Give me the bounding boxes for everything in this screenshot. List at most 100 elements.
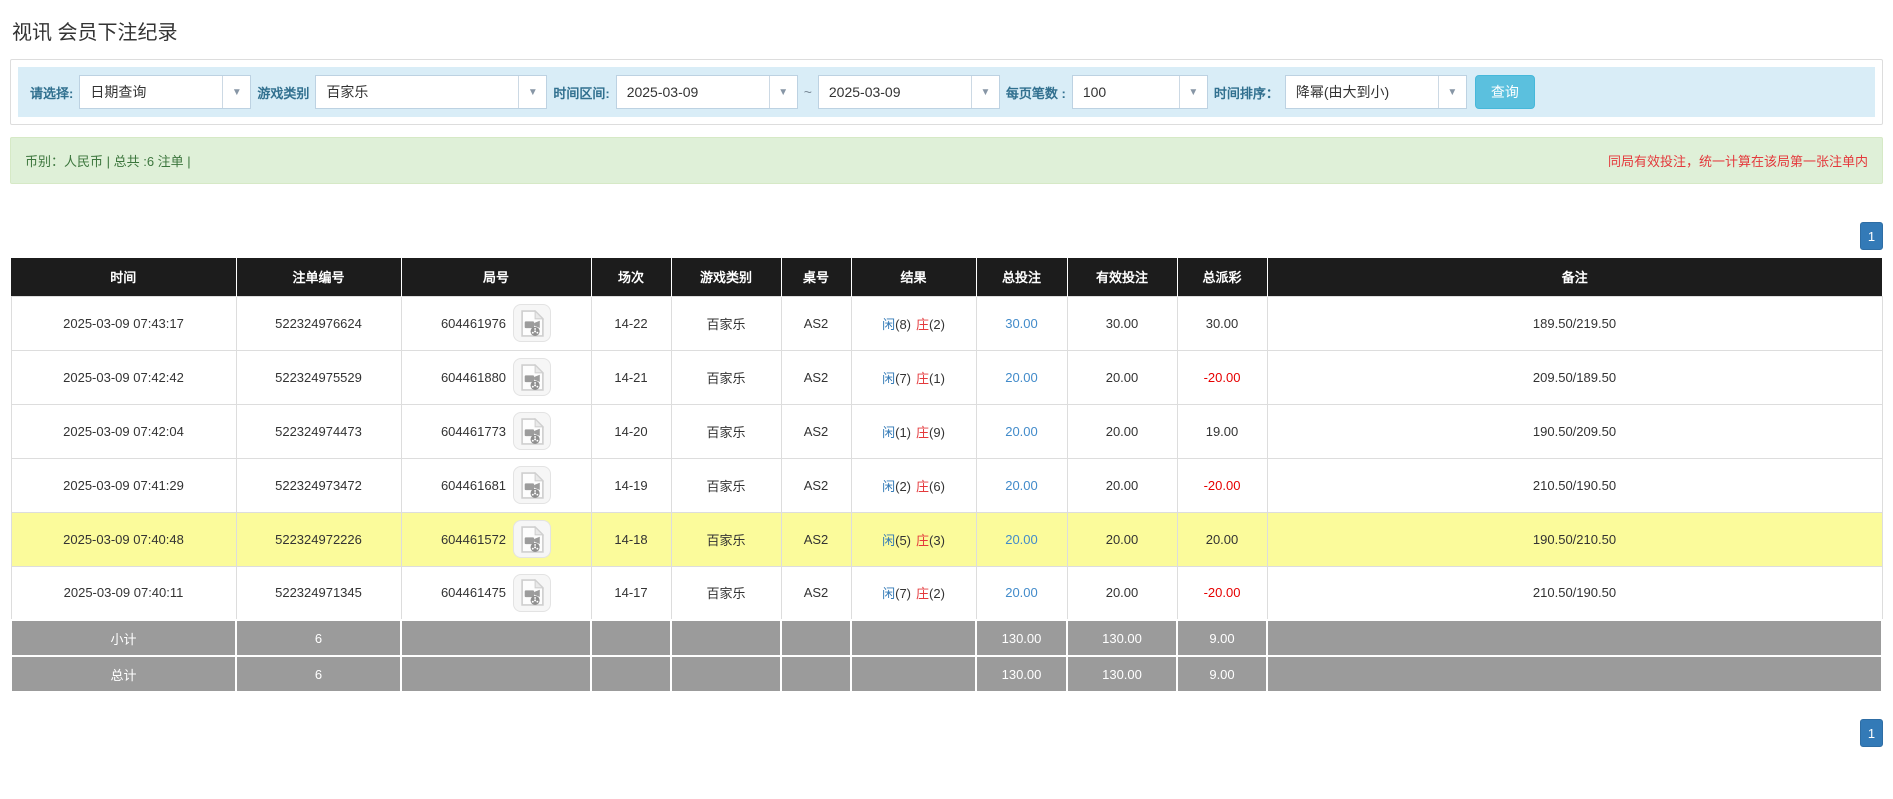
page-size-input[interactable] [1072, 76, 1179, 108]
cell-payout: 20.00 [1176, 511, 1268, 567]
filter-panel: 请选择: ▼ 游戏类别 ▼ 时间区间: ▼ ~ ▼ 每页笔数 : ▼ 时间排序：… [10, 59, 1883, 125]
chevron-down-icon[interactable]: ▼ [970, 76, 999, 108]
subtotal-total-bet: 130.00 [975, 619, 1068, 657]
cell-valid-bet: 20.00 [1066, 403, 1178, 459]
cell-round-no: 604461475 [400, 565, 592, 621]
game-type-label: 游戏类别 [257, 85, 310, 101]
table-row: 2025-03-09 07:40:48 522324972226 6044615… [10, 511, 1883, 567]
cell-time: 2025-03-09 07:40:48 [10, 511, 237, 567]
result-banker: 庄 [916, 532, 930, 548]
date-to-input[interactable] [818, 76, 971, 108]
video-replay-button[interactable] [513, 520, 552, 558]
cell-round-no: 604461572 [400, 511, 592, 567]
query-type-combobox: ▼ [79, 75, 252, 109]
cell-total-bet: 20.00 [975, 457, 1068, 513]
chevron-down-icon[interactable]: ▼ [518, 76, 547, 108]
header-round-no: 局号 [400, 258, 591, 296]
empty-cell [1266, 655, 1883, 693]
date-from-input[interactable] [616, 76, 769, 108]
chevron-down-icon[interactable]: ▼ [1178, 76, 1207, 108]
cell-session: 14-21 [590, 349, 672, 405]
video-replay-button[interactable] [513, 412, 552, 450]
header-time: 时间 [11, 258, 236, 296]
cell-valid-bet: 30.00 [1066, 295, 1178, 351]
total-bet-link[interactable]: 20.00 [1005, 424, 1038, 439]
cell-time: 2025-03-09 07:42:04 [10, 403, 237, 459]
result-banker: 庄 [916, 424, 930, 440]
result-player: 闲 [882, 532, 896, 548]
video-replay-button[interactable] [513, 304, 552, 342]
total-bet-link[interactable]: 30.00 [1005, 316, 1038, 331]
cell-remark: 189.50/219.50 [1266, 295, 1883, 351]
empty-cell [590, 619, 672, 657]
table-header-row: 时间 注单编号 局号 场次 游戏类别 桌号 结果 总投注 有效投注 总派彩 备注 [11, 258, 1882, 296]
query-type-input[interactable] [80, 76, 223, 108]
cell-total-bet: 20.00 [975, 349, 1068, 405]
empty-cell [780, 619, 852, 657]
cell-valid-bet: 20.00 [1066, 349, 1178, 405]
cell-result: 闲(8) 庄(2) [850, 295, 977, 351]
time-range-label: 时间区间: [553, 85, 610, 101]
cell-game-type: 百家乐 [670, 349, 782, 405]
video-file-icon [520, 579, 544, 607]
total-bet-link[interactable]: 20.00 [1005, 370, 1038, 385]
game-type-input[interactable] [316, 76, 519, 108]
cell-valid-bet: 20.00 [1066, 457, 1178, 513]
select-type-label: 请选择: [30, 85, 74, 101]
empty-cell [850, 655, 977, 693]
header-order-no: 注单编号 [235, 258, 401, 296]
result-player: 闲 [882, 586, 896, 602]
chevron-down-icon[interactable]: ▼ [768, 76, 797, 108]
table-row: 2025-03-09 07:42:42 522324975529 6044618… [10, 349, 1883, 405]
cell-round-no: 604461880 [400, 349, 592, 405]
cell-order-no: 522324975529 [235, 349, 402, 405]
cell-game-type: 百家乐 [670, 457, 782, 513]
video-replay-button[interactable] [513, 358, 552, 396]
cell-table-no: AS2 [780, 565, 852, 621]
result-banker: 庄 [916, 370, 930, 386]
cell-round-no: 604461681 [400, 457, 592, 513]
header-remark: 备注 [1266, 258, 1882, 296]
result-player-count: (7) [895, 586, 911, 602]
cell-payout: -20.00 [1176, 457, 1268, 513]
total-row: 总计 6 130.00 130.00 9.00 [10, 655, 1883, 693]
time-sort-input[interactable] [1285, 76, 1438, 108]
cell-time: 2025-03-09 07:41:29 [10, 457, 237, 513]
result-banker-count: (2) [929, 316, 945, 332]
result-banker-count: (2) [929, 586, 945, 602]
result-player: 闲 [882, 424, 896, 440]
header-valid-bet: 有效投注 [1066, 258, 1177, 296]
cell-payout: 19.00 [1176, 403, 1268, 459]
result-player-count: (5) [895, 532, 911, 548]
page-1-button[interactable]: 1 [1860, 222, 1883, 250]
video-replay-button[interactable] [513, 573, 552, 612]
search-button[interactable]: 查询 [1474, 75, 1535, 109]
total-bet-link[interactable]: 20.00 [1005, 532, 1038, 547]
game-type-combobox: ▼ [315, 75, 548, 109]
total-bet-link[interactable]: 20.00 [1005, 585, 1038, 600]
chevron-down-icon[interactable]: ▼ [1437, 76, 1466, 108]
page-1-button[interactable]: 1 [1860, 719, 1883, 747]
video-replay-button[interactable] [513, 466, 552, 504]
cell-result: 闲(5) 庄(3) [850, 511, 977, 567]
result-player-count: (7) [895, 370, 911, 386]
time-sort-combobox: ▼ [1284, 75, 1467, 109]
header-game-type: 游戏类别 [670, 258, 781, 296]
table-row: 2025-03-09 07:41:29 522324973472 6044616… [10, 457, 1883, 513]
cell-session: 14-22 [590, 295, 672, 351]
cell-game-type: 百家乐 [670, 403, 782, 459]
chevron-down-icon[interactable]: ▼ [222, 76, 251, 108]
round-no: 604461572 [440, 531, 507, 547]
total-bet-link[interactable]: 20.00 [1005, 478, 1038, 493]
table-row: 2025-03-09 07:42:04 522324974473 6044617… [10, 403, 1883, 459]
round-no: 604461880 [440, 369, 507, 385]
cell-game-type: 百家乐 [670, 565, 782, 621]
video-file-icon [520, 363, 544, 391]
cell-remark: 190.50/209.50 [1266, 403, 1883, 459]
cell-time: 2025-03-09 07:43:17 [10, 295, 237, 351]
round-no: 604461976 [440, 315, 507, 331]
video-file-icon [520, 471, 544, 499]
total-label: 总计 [10, 655, 237, 693]
cell-remark: 210.50/190.50 [1266, 457, 1883, 513]
result-banker: 庄 [916, 478, 930, 494]
